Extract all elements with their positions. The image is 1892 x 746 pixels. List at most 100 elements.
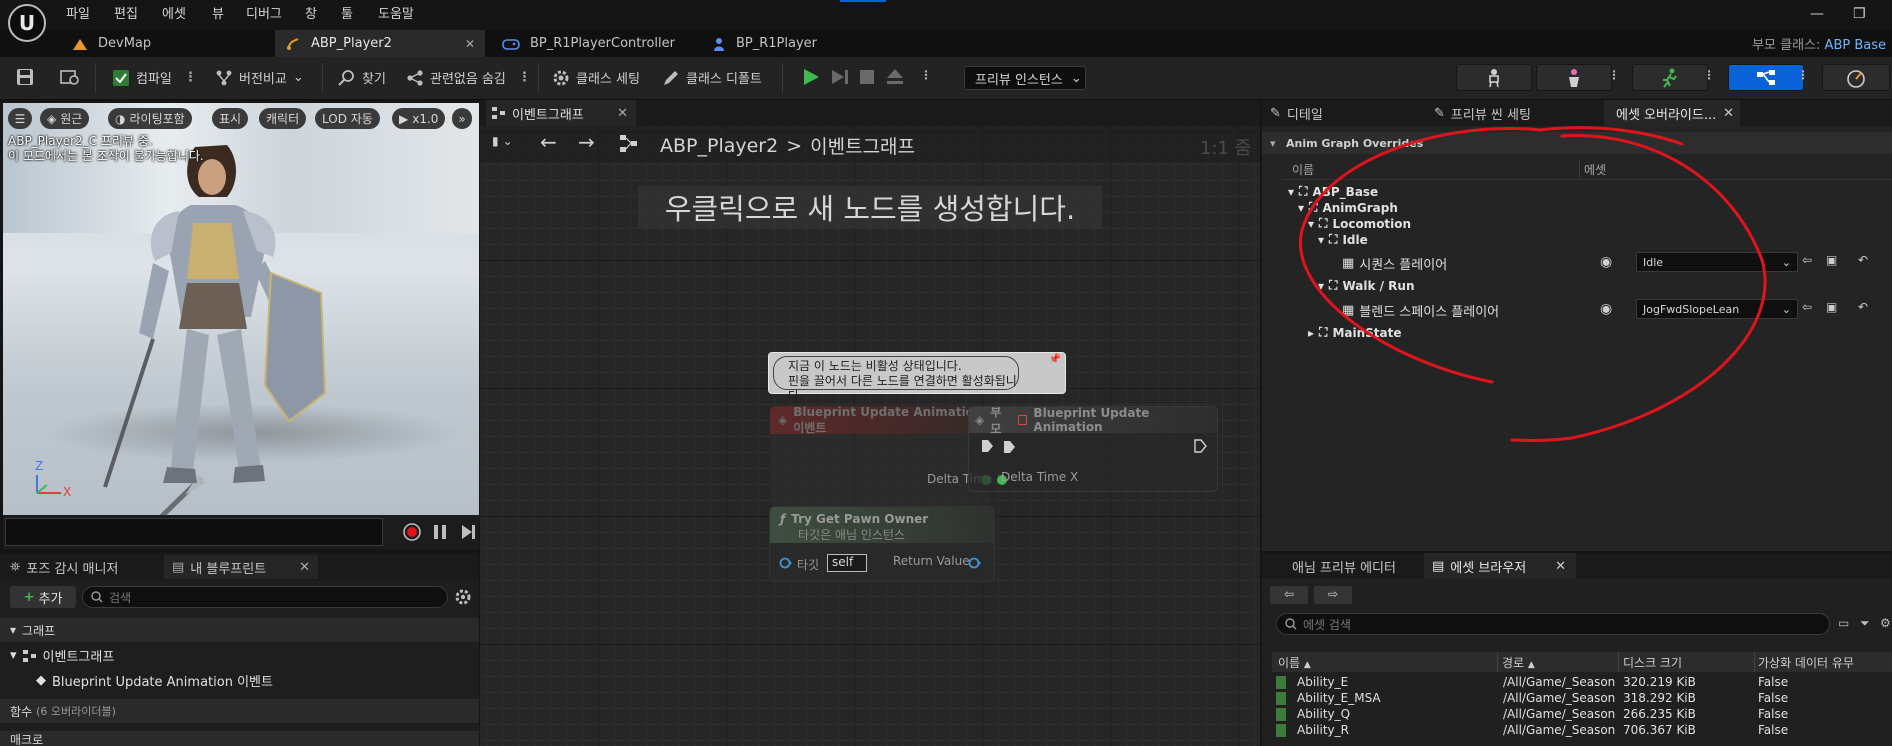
step-forward-icon[interactable] [460, 523, 476, 541]
table-row[interactable]: Ability_E /All/Game/_Season 320.219 KiB … [1272, 675, 1892, 691]
compile-button[interactable]: 컴파일 ⋮ [112, 68, 197, 87]
more-options-icon[interactable]: ⋮ [518, 70, 531, 85]
functions-section-header[interactable]: 함수 (6 오버라이더블) [0, 699, 479, 723]
class-settings-button[interactable]: 클래스 세팅 [552, 68, 640, 87]
asset-size: 318.292 KiB [1623, 691, 1696, 705]
add-button[interactable]: + 추가 [10, 586, 76, 608]
bookmark-button[interactable]: ▮ ⌄ [492, 134, 513, 148]
back-arrow-icon[interactable]: ← [540, 130, 557, 154]
tab-abp-player2[interactable]: ABP_Player2 ✕ [275, 30, 485, 57]
play-options-icon[interactable]: ⋮ [920, 68, 932, 82]
browse-folder-icon[interactable] [60, 68, 80, 86]
menu-debug[interactable]: 디버그 [246, 3, 282, 22]
viewport-overflow-button[interactable]: » [452, 108, 472, 129]
forward-arrow-icon[interactable]: ⇨ [1314, 586, 1352, 604]
blueprint-mode-button[interactable] [1728, 64, 1804, 91]
play-icon[interactable] [800, 66, 822, 88]
close-icon[interactable]: ✕ [1555, 559, 1566, 574]
timeline-scrubber[interactable] [5, 518, 383, 546]
forward-arrow-icon[interactable]: → [578, 130, 595, 154]
column-name[interactable]: 이름 ▲ [1278, 654, 1311, 671]
lod-button[interactable]: LOD 자동 [315, 108, 380, 129]
tab-bp-r1playercontroller[interactable]: BP_R1PlayerController [492, 30, 702, 57]
tab-pose-watch[interactable]: ⛯ 포즈 감시 매니저 [10, 555, 118, 579]
record-icon[interactable] [402, 522, 422, 542]
tab-my-blueprint[interactable]: ▤ 내 블루프린트 ✕ [164, 555, 318, 579]
lod-label: LOD 자동 [322, 112, 373, 126]
parent-class-link[interactable]: ABP Base [1825, 38, 1886, 53]
settings-icon[interactable]: ⚙ [1880, 616, 1891, 630]
menu-window[interactable]: 창 [305, 3, 317, 22]
physics-mode-button[interactable] [1822, 64, 1890, 91]
column-disk-size[interactable]: 디스크 크기 [1623, 654, 1682, 671]
blueprint-options-icon[interactable]: ⋮ [1797, 68, 1809, 82]
asset-name: Ability_Q [1297, 707, 1351, 721]
preview-viewport[interactable]: Z X [3, 103, 479, 515]
hide-unrelated-button[interactable]: 관련없음 숨김 ⋮ [406, 68, 531, 87]
pin-icon[interactable]: 📌 [1049, 354, 1061, 365]
tab-asset-browser[interactable]: ▤ 에셋 브라우저 ✕ [1424, 553, 1576, 579]
exec-out-pin-icon[interactable] [1193, 439, 1207, 453]
class-defaults-button[interactable]: 클래스 디폴트 [662, 68, 762, 87]
viewport-menu-button[interactable]: ☰ [8, 108, 32, 129]
gear-icon[interactable] [454, 588, 472, 606]
eject-icon[interactable] [884, 66, 906, 88]
show-button[interactable]: 표시 [212, 108, 249, 129]
object-pin-icon[interactable] [968, 556, 982, 570]
mesh-options-icon[interactable]: ⋮ [1608, 68, 1620, 82]
restore-icon[interactable]: ❐ [1853, 6, 1866, 22]
menu-asset[interactable]: 에셋 [162, 3, 186, 22]
step-icon[interactable] [829, 66, 851, 88]
target-self-field[interactable]: self [827, 554, 867, 572]
menu-edit[interactable]: 편집 [114, 3, 138, 22]
diff-button[interactable]: 버전비교 ⌄ [215, 68, 304, 87]
close-icon[interactable]: ✕ [299, 560, 310, 575]
tab-event-graph[interactable]: 이벤트그래프 ✕ [486, 100, 636, 126]
pause-icon[interactable] [432, 523, 448, 541]
animation-options-icon[interactable]: ⋮ [1703, 68, 1715, 82]
disabled-event-node[interactable]: ◈ Blueprint Update Animation 이벤트 [770, 406, 990, 506]
animation-mode-button[interactable] [1632, 64, 1708, 91]
menu-tools[interactable]: 툴 [341, 3, 353, 22]
toolbar-separator [95, 63, 96, 93]
table-row[interactable]: Ability_Q /All/Game/_Season 266.235 KiB … [1272, 707, 1892, 723]
menu-help[interactable]: 도움말 [378, 3, 414, 22]
stop-icon[interactable] [856, 66, 878, 88]
graph-section-header[interactable]: ▾ 그래프 [0, 618, 479, 642]
menu-view[interactable]: 뷰 [212, 3, 224, 22]
menu-file[interactable]: 파일 [66, 3, 90, 22]
minimize-icon[interactable]: — [1810, 6, 1824, 22]
exec-pin-icon[interactable] [1002, 440, 1016, 454]
event-graph-item[interactable]: ▾ 이벤트그래프 [10, 646, 114, 665]
filter-icon[interactable]: ⏷ [1860, 616, 1870, 631]
table-row[interactable]: Ability_R /All/Game/_Season 706.367 KiB … [1272, 723, 1892, 739]
preview-instance-dropdown[interactable]: 프리뷰 인스턴스 ⌄ [964, 66, 1086, 90]
mesh-mode-button[interactable] [1536, 64, 1612, 91]
lighting-button[interactable]: ◑ 라이팅포함 [108, 108, 192, 129]
close-icon[interactable]: ✕ [465, 37, 475, 51]
column-path[interactable]: 경로 ▲ [1502, 654, 1535, 671]
unreal-logo-icon[interactable]: U [8, 4, 46, 42]
save-icon[interactable] [16, 68, 34, 86]
perspective-button[interactable]: ◈ 원근 [40, 108, 90, 129]
exec-pin-icon[interactable] [980, 439, 994, 453]
close-icon[interactable]: ✕ [617, 106, 628, 121]
skeleton-mode-button[interactable] [1456, 64, 1532, 91]
macros-section-header[interactable]: 매크로 [0, 731, 479, 746]
event-list-item[interactable]: ◆ Blueprint Update Animation 이벤트 [36, 671, 273, 690]
character-button[interactable]: 캐릭터 [259, 108, 307, 129]
back-arrow-icon[interactable]: ⇦ [1270, 586, 1308, 604]
tab-devmap[interactable]: DevMap [62, 30, 272, 57]
playback-speed-button[interactable]: ▶ x1.0 [392, 108, 446, 129]
breadcrumb-root[interactable]: ABP_Player2 [660, 135, 778, 157]
search-input[interactable]: 검색 [82, 586, 448, 608]
object-pin-icon[interactable] [779, 556, 793, 570]
find-button[interactable]: 찾기 [338, 68, 386, 87]
column-virtualized[interactable]: 가상화 데이터 유무 [1758, 654, 1854, 671]
asset-search-input[interactable]: 에셋 검색 [1276, 613, 1830, 635]
tab-bp-r1player[interactable]: BP_R1Player [702, 30, 912, 57]
table-row[interactable]: Ability_E_MSA /All/Game/_Season 318.292 … [1272, 691, 1892, 707]
compile-options-icon[interactable]: ⋮ [184, 70, 197, 85]
folder-view-icon[interactable]: ▭ [1838, 616, 1849, 630]
tab-anim-preview-editor[interactable]: 애님 프리뷰 에디터 [1284, 553, 1424, 579]
